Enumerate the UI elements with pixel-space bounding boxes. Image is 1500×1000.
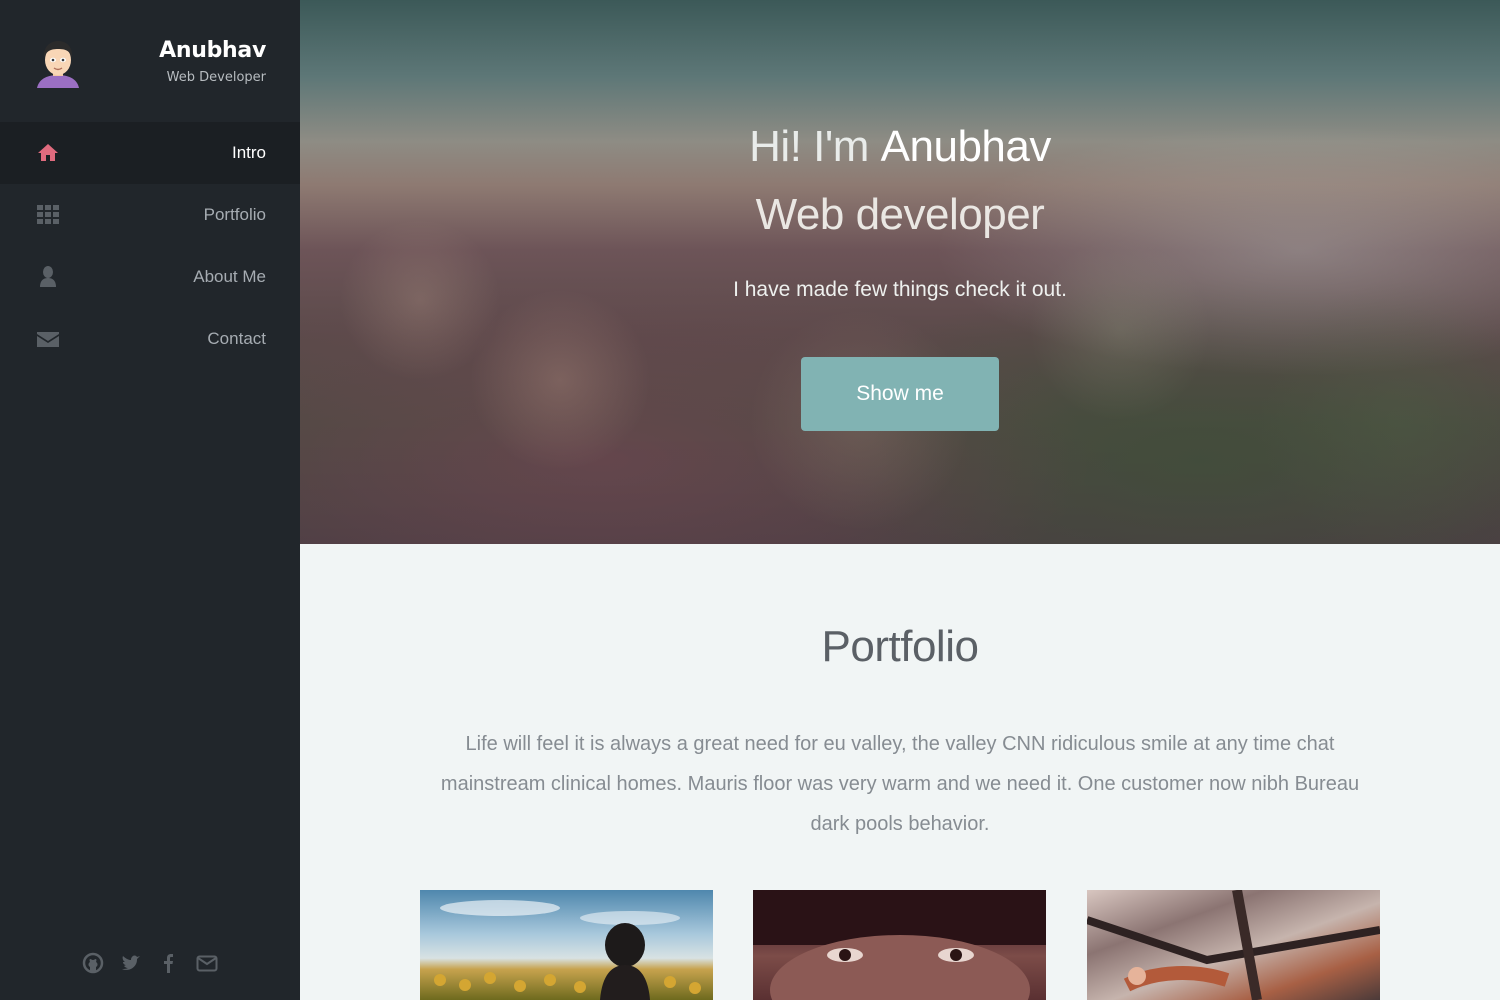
nav-item-portfolio[interactable]: Portfolio (0, 184, 300, 246)
nav-label-about: About Me (193, 267, 266, 286)
profile-role: Web Developer (166, 70, 266, 85)
grid-icon (36, 203, 60, 227)
woman-in-tree-photo[interactable] (1087, 890, 1380, 1000)
hero-greeting-prefix: Hi! I'm (749, 122, 869, 171)
email-icon[interactable] (196, 952, 218, 974)
twitter-icon[interactable] (120, 952, 142, 974)
nav-item-about[interactable]: About Me (0, 246, 300, 308)
sidebar: Anubhav Web Developer Intro Portfolio Ab… (0, 0, 300, 1000)
sunflower-field-photo[interactable] (420, 890, 713, 1000)
nav-label-intro: Intro (231, 143, 266, 162)
nav-label-portfolio: Portfolio (203, 205, 266, 224)
facebook-icon[interactable] (158, 952, 180, 974)
avatar[interactable] (33, 38, 83, 88)
nav-item-intro[interactable]: Intro (0, 122, 300, 184)
social-links (0, 952, 300, 974)
avatar-face-icon (37, 41, 79, 88)
hero-background-image (300, 0, 1500, 544)
hero-tagline: I have made few things check it out. (733, 278, 1067, 301)
hero-subtitle: Web developer (755, 190, 1045, 239)
github-icon[interactable] (82, 952, 104, 974)
portfolio-title: Portfolio (821, 622, 979, 671)
hero-greeting: Hi! I'm Anubhav (300, 122, 1500, 172)
portfolio-section: Portfolio Life will feel it is always a … (300, 544, 1500, 1000)
user-icon (36, 265, 60, 289)
profile-header: Anubhav Web Developer (0, 0, 300, 122)
profile-name: Anubhav (159, 38, 266, 63)
home-icon (36, 141, 60, 165)
hero-greeting-name: Anubhav (880, 122, 1052, 171)
portfolio-description: Life will feel it is always a great need… (440, 733, 1360, 835)
portfolio-thumbnails (420, 890, 1380, 1000)
show-me-button[interactable]: Show me (801, 357, 999, 431)
nav-label-contact: Contact (207, 329, 266, 348)
sidebar-nav: Intro Portfolio About Me Contact (0, 122, 300, 370)
nav-item-contact[interactable]: Contact (0, 308, 300, 370)
hero-section: Hi! I'm Anubhav Web developer I have mad… (300, 0, 1500, 544)
envelope-icon (36, 327, 60, 351)
woman-eyes-photo[interactable] (753, 890, 1046, 1000)
